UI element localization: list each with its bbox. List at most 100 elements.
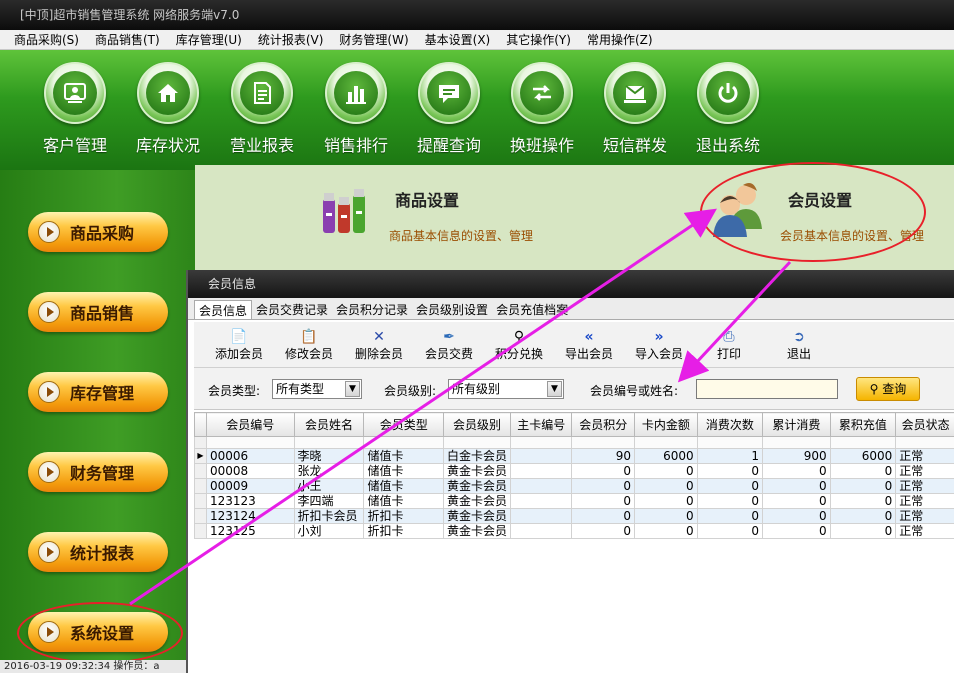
window-title-bar: [中顶]超市销售管理系统 网络服务端v7.0 <box>0 0 954 30</box>
column-header[interactable]: 消费次数 <box>696 412 764 437</box>
sales-ranking-button[interactable]: 销售排行 <box>311 62 401 156</box>
menu-other[interactable]: 其它操作(Y) <box>498 30 579 50</box>
search-input[interactable] <box>696 379 838 399</box>
tab-member-info[interactable]: 会员信息 <box>194 300 253 319</box>
table-cell: 折扣卡 <box>363 523 445 539</box>
filter-cell[interactable] <box>762 436 831 449</box>
sales-ranking-label: 销售排行 <box>323 136 388 155</box>
customer-management-label: 客户管理 <box>42 136 107 155</box>
filter-cell[interactable] <box>696 436 764 449</box>
table-cell <box>510 448 573 464</box>
nav-sales-button[interactable]: 商品销售 <box>28 292 168 332</box>
status-text: 2016-03-19 09:32:34 操作员：a <box>4 661 160 672</box>
nav-inventory-button[interactable]: 库存管理 <box>28 372 168 412</box>
table-cell: 90 <box>571 448 635 464</box>
business-report-label: 营业报表 <box>229 136 294 155</box>
member-info-dialog: 会员信息 会员信息 会员交费记录 会员积分记录 会员级别设置 会员充值档案 📄 … <box>186 270 954 673</box>
table-row[interactable]: ▶ 00006 李晓 储值卡 白金卡会员 90 6000 1 900 6000 正常 <box>194 448 954 464</box>
inventory-status-button[interactable]: 库存状况 <box>123 62 213 156</box>
menu-common[interactable]: 常用操作(Z) <box>579 30 661 50</box>
column-header[interactable]: 会员级别 <box>443 412 512 437</box>
product-settings-card[interactable]: 商品设置 商品基本信息的设置、管理 <box>315 175 575 265</box>
table-cell: 0 <box>571 493 635 509</box>
menu-purchase[interactable]: 商品采购(S) <box>6 30 87 50</box>
member-level-select[interactable]: 所有级别 ▼ <box>448 379 564 399</box>
filter-cell[interactable] <box>363 436 445 449</box>
menu-inventory[interactable]: 库存管理(U) <box>168 30 250 50</box>
column-header[interactable]: 累积充值 <box>829 412 897 437</box>
shift-change-button[interactable]: 换班操作 <box>497 62 587 156</box>
import-member-button[interactable]: » 导入会员 <box>626 328 692 362</box>
column-header[interactable]: 累计消费 <box>762 412 831 437</box>
tab-points-records[interactable]: 会员积分记录 <box>332 300 412 319</box>
filter-cell[interactable] <box>633 436 698 449</box>
dialog-tabs: 会员信息 会员交费记录 会员积分记录 会员级别设置 会员充值档案 <box>188 298 954 320</box>
table-cell: 00009 <box>205 478 295 494</box>
delete-member-button[interactable]: ✕ 删除会员 <box>346 328 412 362</box>
customer-management-button[interactable]: 客户管理 <box>30 62 120 156</box>
column-header[interactable]: 卡内金额 <box>633 412 698 437</box>
filter-cell[interactable] <box>895 436 954 449</box>
table-filter-row <box>194 436 954 449</box>
filter-cell[interactable] <box>443 436 512 449</box>
table-cell: 0 <box>762 478 831 494</box>
row-indicator <box>194 463 207 479</box>
tab-level-settings[interactable]: 会员级别设置 <box>412 300 492 319</box>
table-row[interactable]: 123123 李四端 储值卡 黄金卡会员 0 0 0 0 0 正常 <box>194 493 954 509</box>
add-member-button[interactable]: 📄 添加会员 <box>206 328 272 362</box>
menu-reports[interactable]: 统计报表(V) <box>250 30 332 50</box>
dialog-title-bar: 会员信息 <box>188 270 954 298</box>
delete-member-label: 删除会员 <box>354 347 403 361</box>
filter-cell[interactable] <box>205 436 295 449</box>
row-indicator <box>194 508 207 524</box>
power-icon <box>706 71 750 115</box>
menu-sales[interactable]: 商品销售(T) <box>87 30 168 50</box>
table-cell: 折扣卡 <box>363 508 445 524</box>
business-report-button[interactable]: 营业报表 <box>217 62 307 156</box>
member-payment-label: 会员交费 <box>424 347 473 361</box>
print-button[interactable]: ⎙ 打印 <box>696 328 762 362</box>
column-header[interactable]: 会员姓名 <box>293 412 365 437</box>
member-type-select[interactable]: 所有类型 ▼ <box>272 379 362 399</box>
column-header[interactable]: 会员类型 <box>363 412 445 437</box>
member-level-label: 会员级别: <box>384 384 437 398</box>
nav-purchase-button[interactable]: 商品采购 <box>28 212 168 252</box>
points-redeem-button[interactable]: ⚲ 积分兑换 <box>486 328 552 362</box>
edit-member-button[interactable]: 📋 修改会员 <box>276 328 342 362</box>
sms-broadcast-button[interactable]: 短信群发 <box>590 62 680 156</box>
nav-reports-button[interactable]: 统计报表 <box>28 532 168 572</box>
table-row[interactable]: 00009 小王 储值卡 黄金卡会员 0 0 0 0 0 正常 <box>194 478 954 494</box>
exit-button[interactable]: ➲ 退出 <box>766 328 832 362</box>
table-cell: 0 <box>762 493 831 509</box>
table-cell: 0 <box>633 478 698 494</box>
exit-system-button[interactable]: 退出系统 <box>683 62 773 156</box>
filter-cell[interactable] <box>571 436 635 449</box>
menu-basic-settings[interactable]: 基本设置(X) <box>417 30 499 50</box>
window-title: [中顶]超市销售管理系统 网络服务端v7.0 <box>20 8 240 22</box>
table-row[interactable]: 123124 折扣卡会员 折扣卡 黄金卡会员 0 0 0 0 0 正常 <box>194 508 954 524</box>
table-row[interactable]: 00008 张龙 储值卡 黄金卡会员 0 0 0 0 0 正常 <box>194 463 954 479</box>
query-button[interactable]: ⚲ 查询 <box>856 377 920 401</box>
filter-cell[interactable] <box>293 436 365 449</box>
menu-finance[interactable]: 财务管理(W) <box>331 30 416 50</box>
filter-cell[interactable] <box>510 436 573 449</box>
export-member-button[interactable]: « 导出会员 <box>556 328 622 362</box>
table-cell: 0 <box>762 508 831 524</box>
table-cell: 正常 <box>895 523 954 539</box>
tab-payment-records[interactable]: 会员交费记录 <box>252 300 332 319</box>
table-cell: 黄金卡会员 <box>443 508 512 524</box>
column-header[interactable]: 主卡编号 <box>510 412 573 437</box>
chevron-down-icon: ▼ <box>547 381 562 397</box>
column-header[interactable]: 会员积分 <box>571 412 635 437</box>
table-row[interactable]: 123125 小刘 折扣卡 黄金卡会员 0 0 0 0 0 正常 <box>194 523 954 539</box>
nav-finance-button[interactable]: 财务管理 <box>28 452 168 492</box>
table-cell: 0 <box>571 478 635 494</box>
tab-recharge-archive[interactable]: 会员充值档案 <box>492 300 572 319</box>
product-settings-icon <box>321 185 367 240</box>
member-payment-button[interactable]: ✒ 会员交费 <box>416 328 482 362</box>
reminder-query-button[interactable]: 提醒查询 <box>404 62 494 156</box>
column-header[interactable]: 会员编号 <box>205 412 295 437</box>
filter-cell[interactable] <box>829 436 897 449</box>
column-header[interactable]: 会员状态 <box>895 412 954 437</box>
status-bar: 2016-03-19 09:32:34 操作员：a <box>0 660 195 673</box>
